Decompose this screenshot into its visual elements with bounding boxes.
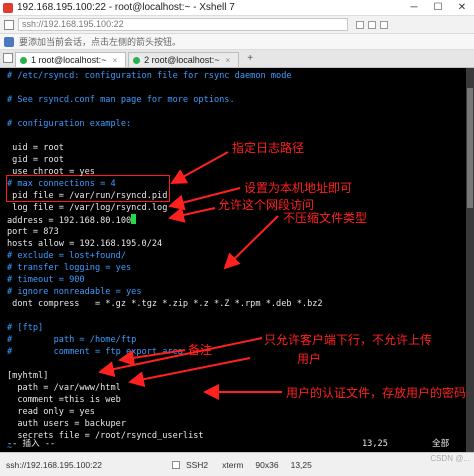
watermark: CSDN @... (430, 454, 470, 463)
address-toolbar: ssh://192.168.195.100:22 (0, 16, 474, 34)
maximize-button[interactable]: ☐ (426, 0, 450, 16)
window-title: 192.168.195.100:22 - root@localhost:~ - … (17, 2, 235, 13)
connected-dot-icon (133, 56, 141, 64)
tab-close-icon[interactable]: × (226, 56, 231, 65)
menu-icon[interactable] (4, 19, 14, 30)
annotation-comment: 备注 (188, 343, 213, 357)
tab-bar: 1 root@localhost:~ × 2 root@localhost:~ … (0, 50, 474, 68)
add-session-icon[interactable] (4, 36, 14, 47)
toolbar-icon[interactable] (356, 20, 364, 29)
annotation-read-only: 只允许客户端下行，不允许上传 (264, 333, 433, 347)
toolbar-icon[interactable] (368, 20, 376, 29)
tab-nav-icon[interactable] (3, 53, 13, 63)
status-term: xterm (222, 459, 244, 470)
arrow-dont-compress (223, 215, 279, 270)
toolbar-icon[interactable] (380, 20, 388, 29)
tab-label: 1 root@localhost:~ (31, 55, 107, 65)
tab-label: 2 root@localhost:~ (144, 55, 220, 65)
arrow-comment (118, 349, 186, 366)
address-input[interactable]: ssh://192.168.195.100:22 (18, 18, 348, 31)
arrow-log-path (170, 151, 229, 184)
annotation-secrets-file: 用户的认证文件，存放用户的密码 (286, 386, 467, 400)
minimize-button[interactable]: ─ (402, 0, 426, 16)
close-button[interactable]: ✕ (450, 0, 474, 16)
status-connection: ssh://192.168.195.100:22 (6, 459, 102, 470)
status-size: 90x36 (255, 459, 279, 470)
new-tab-button[interactable]: + (247, 53, 253, 64)
arrow-hosts-allow (168, 207, 216, 223)
xshell-app-icon (3, 2, 13, 13)
toolbar-icons (356, 20, 388, 29)
status-cursor: 13,25 (290, 459, 312, 470)
status-bar: ssh://192.168.195.100:22 SSH2 xterm 90x3… (0, 452, 474, 476)
hint-text: 要添加当前会话，点击左侧的箭头按钮。 (19, 37, 182, 47)
tab-close-icon[interactable]: × (112, 56, 117, 65)
window-controls: ─ ☐ ✕ (402, 0, 474, 16)
scrollbar-thumb[interactable] (467, 88, 473, 208)
annotation-auth-users: 用户 (297, 352, 322, 366)
title-bar: 192.168.195.100:22 - root@localhost:~ - … (0, 0, 474, 16)
lock-icon (171, 460, 180, 469)
annotation-dont-compress: 不压缩文件类型 (283, 211, 368, 225)
tab-session-2[interactable]: 2 root@localhost:~ × (128, 52, 240, 67)
connected-dot-icon (20, 56, 27, 64)
annotation-log-path: 指定日志路径 (232, 141, 305, 155)
terminal-scrollbar[interactable] (466, 68, 474, 452)
annotation-address: 设置为本机地址即可 (244, 181, 353, 195)
status-protocol: SSH2 (185, 459, 209, 470)
tab-session-1[interactable]: 1 root@localhost:~ × (15, 52, 127, 67)
session-hint-bar: 要添加当前会话，点击左侧的箭头按钮。 (0, 34, 474, 50)
arrow-read-only (98, 337, 263, 377)
